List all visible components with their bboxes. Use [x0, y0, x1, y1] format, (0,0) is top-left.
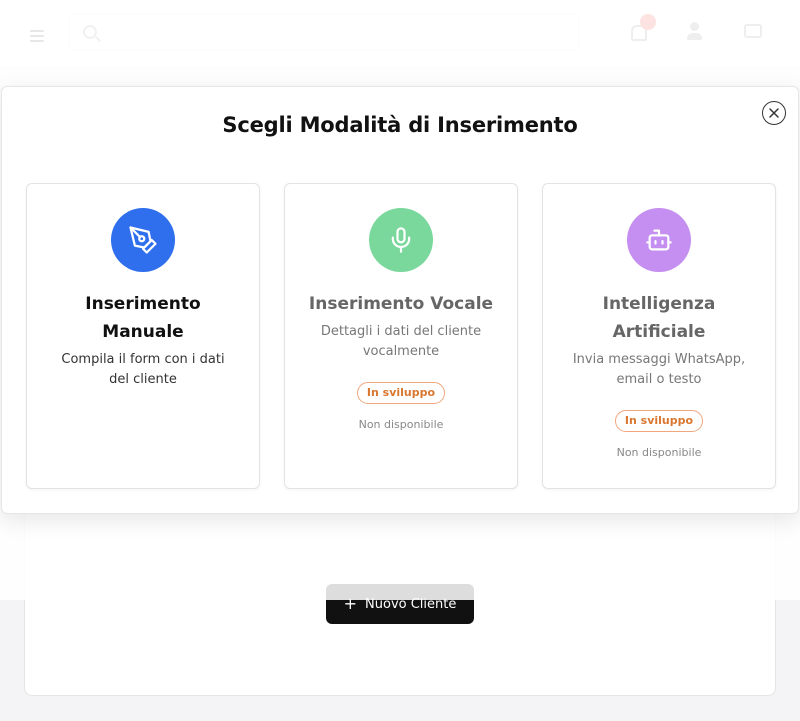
option-title: Intelligenza Artificiale	[602, 294, 716, 342]
unavailable-label: Non disponibile	[616, 446, 702, 459]
bot-icon	[646, 229, 672, 251]
option-description: Invia messaggi WhatsApp, email o testo	[572, 352, 746, 387]
option-title: Inserimento Vocale	[308, 294, 494, 314]
insertion-mode-dialog: Scegli Modalità di Inserimento Inserimen…	[1, 86, 799, 514]
pen-icon	[129, 226, 157, 254]
microphone-icon	[391, 227, 411, 253]
in-development-badge: In sviluppo	[614, 410, 704, 432]
bot-icon-circle	[627, 208, 691, 272]
option-description: Compila il form con i dati del cliente	[61, 352, 225, 387]
option-title: Inserimento Manuale	[85, 294, 201, 342]
in-development-badge: In sviluppo	[356, 382, 446, 404]
modal-title: Scegli Modalità di Inserimento	[222, 113, 578, 137]
option-manual-entry[interactable]: Inserimento Manuale Compila il form con …	[26, 183, 260, 489]
option-voice-entry: Inserimento Vocale Dettagli i dati del c…	[284, 183, 518, 489]
option-ai-entry: Intelligenza Artificiale Invia messaggi …	[542, 183, 776, 489]
option-description: Dettagli i dati del cliente vocalmente	[320, 324, 482, 359]
microphone-icon-circle	[369, 208, 433, 272]
pen-icon-circle	[111, 208, 175, 272]
unavailable-label: Non disponibile	[358, 418, 444, 431]
